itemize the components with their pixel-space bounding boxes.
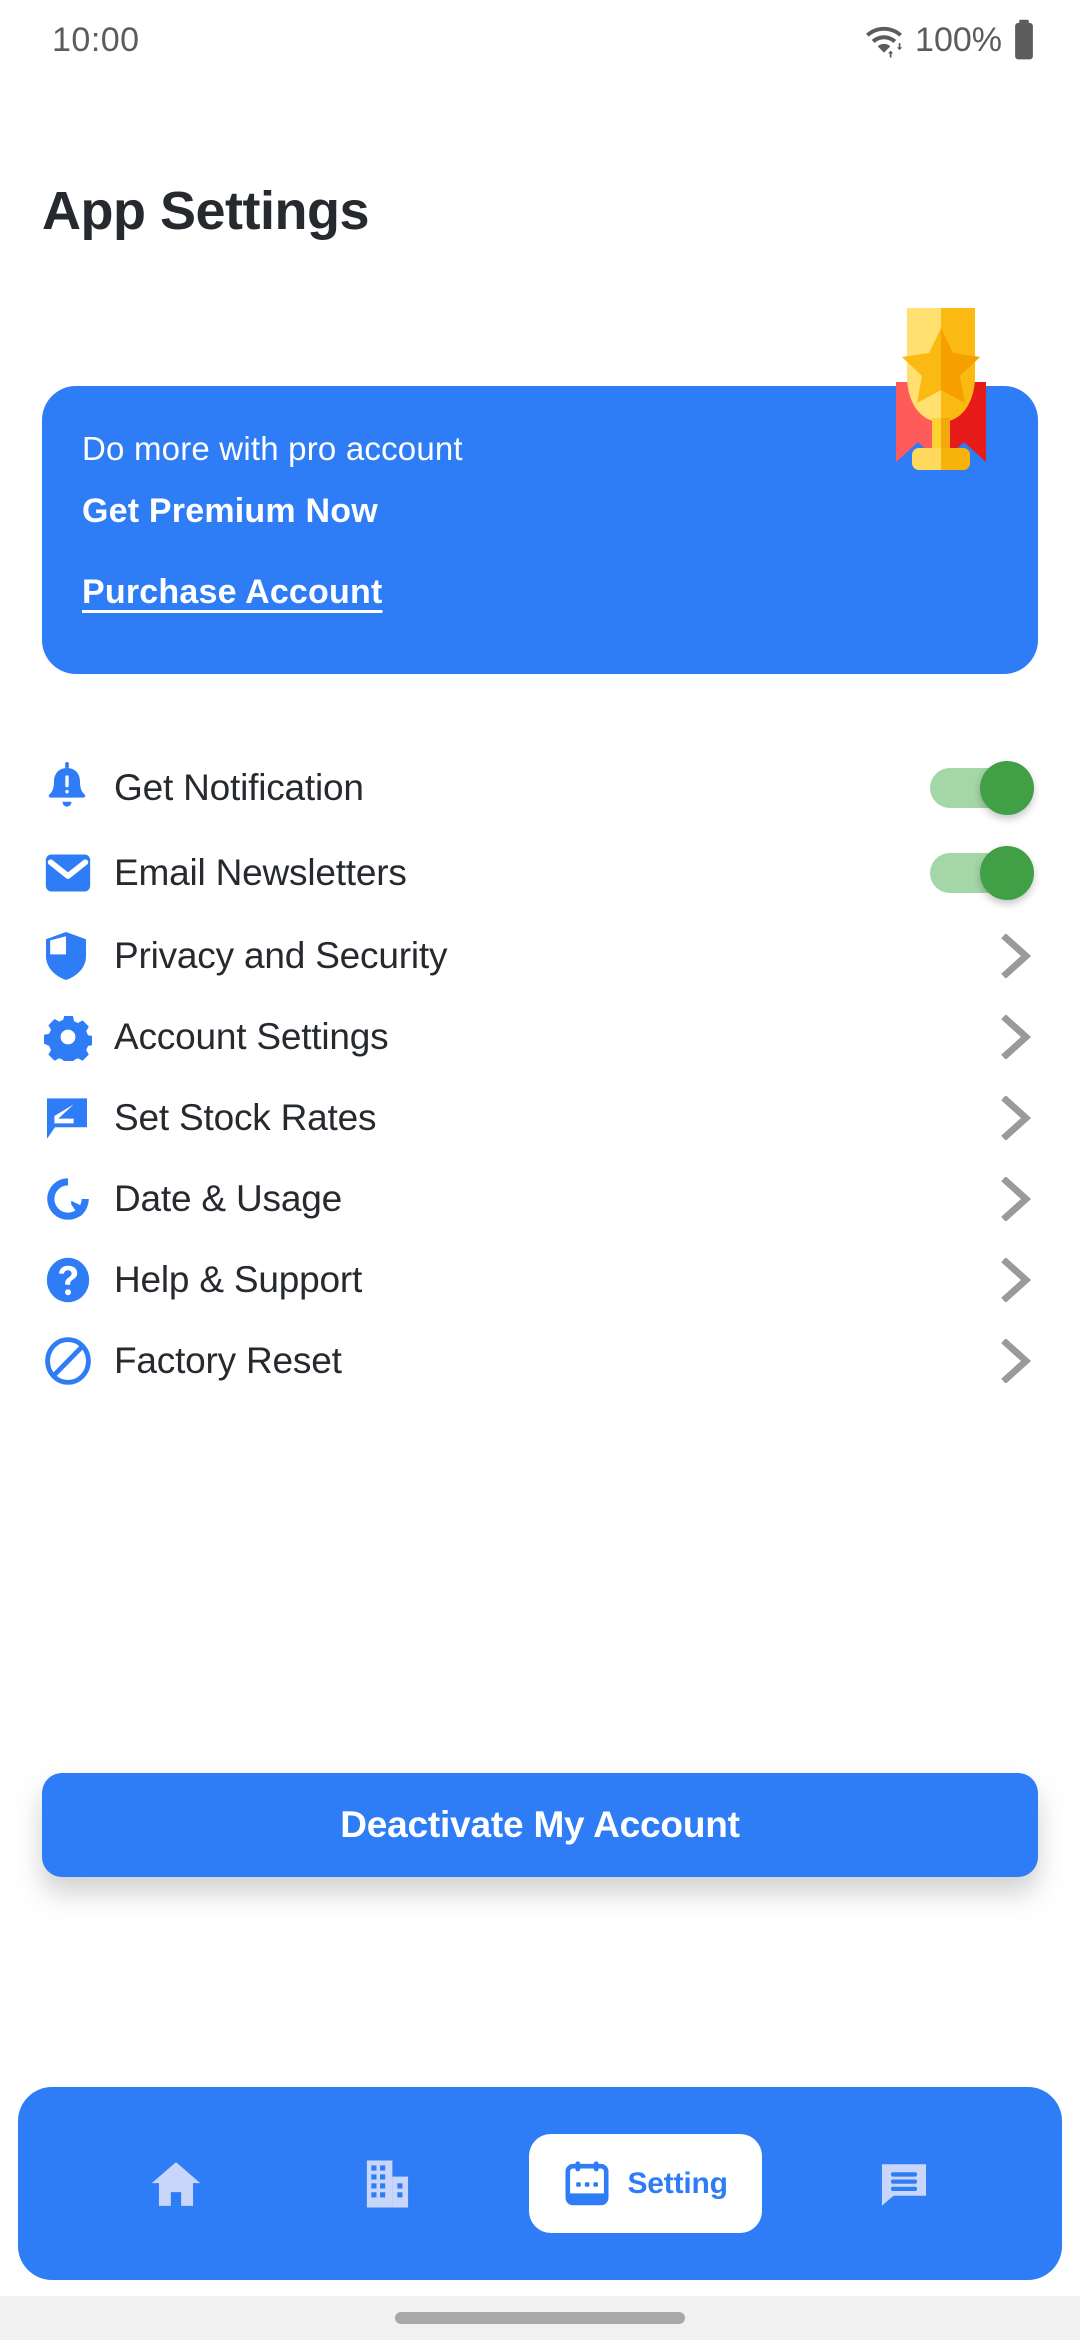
envelope-icon (44, 852, 102, 894)
settings-row-privacy-and-security[interactable]: Privacy and Security (0, 915, 1080, 996)
toggle-thumb (980, 845, 1034, 900)
status-bar: 10:00 100% (0, 0, 1080, 80)
app-settings-screen: 10:00 100% App Settings Do more with pro… (0, 0, 1080, 2340)
donut-chart-icon (44, 1175, 102, 1223)
nav-item-label: Setting (627, 2166, 728, 2200)
settings-row-label: Date & Usage (114, 1177, 342, 1219)
home-indicator[interactable] (395, 2312, 685, 2324)
nav-item-messages[interactable] (799, 2087, 1010, 2280)
settings-row-factory-reset[interactable]: Factory Reset (0, 1320, 1080, 1401)
shield-icon (44, 930, 102, 982)
status-time: 10:00 (52, 20, 140, 59)
settings-row-label: Set Stock Rates (114, 1096, 377, 1138)
settings-row-get-notification[interactable]: Get Notification (0, 745, 1080, 830)
toggle-email-newsletters[interactable] (930, 845, 1034, 900)
page-title: App Settings (42, 181, 370, 241)
settings-row-label: Help & Support (114, 1258, 363, 1300)
promo-banner-area: Do more with pro account Get Premium Now… (0, 290, 1080, 690)
settings-row-label: Privacy and Security (114, 934, 448, 976)
settings-row-label: Email Newsletters (114, 851, 407, 893)
chevron-right-icon[interactable] (1000, 1095, 1034, 1140)
settings-row-set-stock-rates[interactable]: Set Stock Rates (0, 1077, 1080, 1158)
trophy-icon (896, 308, 986, 470)
settings-list: Get Notification Email Newsletters Priva… (0, 745, 1080, 1401)
promo-title: Get Premium Now (82, 492, 378, 530)
toggle-get-notification[interactable] (930, 760, 1034, 815)
gear-icon (44, 1013, 102, 1061)
question-circle-icon (44, 1255, 102, 1305)
settings-row-label: Account Settings (114, 1015, 389, 1057)
home-icon (151, 2161, 200, 2206)
battery-icon (1015, 19, 1033, 60)
settings-row-date-and-usage[interactable]: Date & Usage (0, 1158, 1080, 1239)
status-indicators: 100% (863, 19, 1036, 61)
block-circle-icon (44, 1336, 102, 1386)
settings-row-help-and-support[interactable]: Help & Support (0, 1239, 1080, 1320)
settings-row-label: Get Notification (114, 766, 364, 808)
chevron-right-icon[interactable] (1000, 1257, 1034, 1302)
chat-icon (882, 2163, 927, 2206)
wifi-icon (866, 26, 903, 58)
nav-item-setting[interactable]: Setting (492, 2087, 798, 2280)
chevron-right-icon[interactable] (1000, 1338, 1034, 1383)
edit-bubble-icon (44, 1094, 102, 1142)
nav-item-business[interactable] (281, 2087, 492, 2280)
battery-percentage: 100% (915, 20, 1002, 59)
promo-subtitle: Do more with pro account (82, 430, 463, 467)
gesture-navigation-area (0, 2296, 1080, 2340)
deactivate-my-account-button[interactable]: Deactivate My Account (42, 1773, 1038, 1877)
chevron-right-icon[interactable] (1000, 933, 1034, 978)
settings-row-email-newsletters[interactable]: Email Newsletters (0, 830, 1080, 915)
nav-active-pill[interactable]: Setting (529, 2134, 762, 2233)
building-icon (366, 2159, 408, 2208)
settings-row-account-settings[interactable]: Account Settings (0, 996, 1080, 1077)
purchase-account-link[interactable]: Purchase Account (82, 573, 382, 612)
bell-alert-icon (44, 761, 102, 814)
settings-row-label: Factory Reset (114, 1339, 342, 1381)
toggle-thumb (980, 760, 1034, 815)
nav-item-home[interactable] (70, 2087, 281, 2280)
chevron-right-icon[interactable] (1000, 1014, 1034, 1059)
chevron-right-icon[interactable] (1000, 1176, 1034, 1221)
bottom-navigation-bar: Setting (18, 2087, 1062, 2280)
calendar-icon (565, 2160, 609, 2205)
promo-banner-text: Do more with pro account Get Premium Now… (82, 430, 463, 612)
